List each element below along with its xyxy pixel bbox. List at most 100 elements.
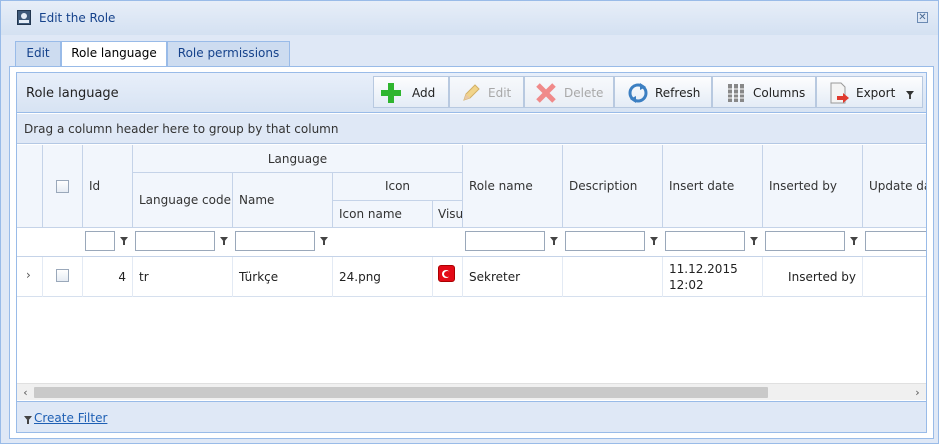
header-description[interactable]: Description <box>563 145 663 228</box>
header-select <box>43 145 83 228</box>
cell-description <box>563 257 663 297</box>
role-language-grid: Role language Add Edit Delete Refresh Co… <box>16 72 927 433</box>
group-panel[interactable]: Drag a column header here to group by th… <box>17 114 926 144</box>
grid-title: Role language <box>26 86 119 101</box>
add-button[interactable]: Add <box>373 76 449 108</box>
horizontal-scrollbar[interactable]: ‹ › <box>17 383 926 400</box>
filter-language-code-icon[interactable] <box>220 237 228 245</box>
row-select <box>43 257 83 297</box>
user-role-icon <box>17 10 31 25</box>
scrollbar-thumb[interactable] <box>34 387 768 398</box>
header-language-code-label: Language code <box>139 193 231 207</box>
filter-insert-date-icon[interactable] <box>750 237 758 245</box>
filter-id-input[interactable] <box>85 231 115 251</box>
group-hint: Drag a column header here to group by th… <box>24 122 339 136</box>
cell-id: 4 <box>83 257 133 297</box>
columns-icon <box>728 84 744 102</box>
refresh-label: Refresh <box>655 86 701 100</box>
export-button[interactable]: Export <box>816 76 923 108</box>
cell-icon-name-value: 24.png <box>339 270 381 284</box>
add-label: Add <box>412 86 436 100</box>
delete-icon <box>536 83 556 103</box>
cell-language-code: tr <box>133 257 233 297</box>
pencil-icon <box>463 84 480 101</box>
header-id[interactable]: Id <box>83 145 133 228</box>
header-role-name-label: Role name <box>469 179 533 193</box>
filter-name-input[interactable] <box>235 231 315 251</box>
filter-role-name-icon[interactable] <box>550 237 558 245</box>
filter-name-icon[interactable] <box>320 237 328 245</box>
header-icon-group: Icon <box>333 173 463 201</box>
column-headers: Id Language Language code Name Icon Icon… <box>17 145 926 257</box>
edit-button[interactable]: Edit <box>449 76 524 108</box>
cell-insert-date: 11.12.2015 12:02 <box>663 257 763 297</box>
header-name-label: Name <box>239 193 275 207</box>
refresh-icon <box>628 83 648 103</box>
export-icon <box>830 82 849 104</box>
cell-name-value: Türkçe <box>239 270 279 284</box>
tab-panel: Role language Add Edit Delete Refresh Co… <box>9 66 934 439</box>
header-language-label: Language <box>267 152 328 166</box>
scroll-left-icon[interactable]: ‹ <box>18 385 33 400</box>
header-update-date[interactable]: Update da <box>863 145 926 228</box>
filter-language-code-input[interactable] <box>135 231 215 251</box>
filter-inserted-by-icon[interactable] <box>850 237 858 245</box>
export-label: Export <box>856 86 896 100</box>
tab-edit[interactable]: Edit <box>15 41 61 66</box>
cell-role-name-value: Sekreter <box>469 270 521 284</box>
refresh-button[interactable]: Refresh <box>614 76 712 108</box>
delete-label: Delete <box>564 86 604 100</box>
tab-role-permissions[interactable]: Role permissions <box>167 41 290 66</box>
cell-insert-date-time: 12:02 <box>669 278 704 292</box>
scroll-right-icon[interactable]: › <box>910 385 925 400</box>
header-inserted-by[interactable]: Inserted by <box>763 145 863 228</box>
select-all-checkbox[interactable] <box>56 180 69 193</box>
header-language-code[interactable]: Language code <box>133 173 233 228</box>
header-icon-name-label: Icon name <box>339 207 402 221</box>
header-icon-label: Icon <box>384 179 411 193</box>
header-insert-date[interactable]: Insert date <box>663 145 763 228</box>
filter-description-icon[interactable] <box>650 237 658 245</box>
header-inserted-by-label: Inserted by <box>769 179 837 193</box>
filter-insert-date-input[interactable] <box>665 231 745 251</box>
cell-insert-date-date: 11.12.2015 <box>669 262 738 276</box>
filter-update-date-input[interactable] <box>865 231 926 251</box>
cell-role-name: Sekreter <box>463 257 563 297</box>
filter-description-input[interactable] <box>565 231 645 251</box>
header-description-label: Description <box>569 179 638 193</box>
add-icon <box>381 83 401 103</box>
filter-id-icon[interactable] <box>120 237 128 245</box>
header-language-group: Language <box>133 145 463 173</box>
columns-button[interactable]: Columns <box>712 76 816 108</box>
row-expander[interactable]: › <box>17 257 43 297</box>
filter-icon <box>24 416 32 424</box>
header-visual-label: Visu <box>438 207 463 221</box>
window-titlebar[interactable]: Edit the Role ✕ <box>1 1 938 35</box>
header-insert-date-label: Insert date <box>669 179 735 193</box>
filter-inserted-by-input[interactable] <box>765 231 845 251</box>
turkey-flag-icon <box>438 265 455 282</box>
cell-name: Türkçe <box>233 257 333 297</box>
row-checkbox[interactable] <box>56 269 69 282</box>
delete-button[interactable]: Delete <box>524 76 614 108</box>
cell-icon-name: 24.png <box>333 257 433 297</box>
chevron-right-icon[interactable]: › <box>26 268 31 282</box>
grid-header: Role language Add Edit Delete Refresh Co… <box>17 73 926 113</box>
header-role-name[interactable]: Role name <box>463 145 563 228</box>
cell-id-value: 4 <box>118 270 126 284</box>
table-row[interactable]: › 4 tr Türkçe 24.png Sekreter 11.12.2015… <box>17 257 926 297</box>
filter-row <box>17 228 926 257</box>
header-update-date-label: Update da <box>869 179 926 193</box>
window-title: Edit the Role <box>39 11 116 25</box>
close-icon[interactable]: ✕ <box>917 12 928 23</box>
create-filter-link[interactable]: Create Filter <box>34 411 107 425</box>
filter-role-name-input[interactable] <box>465 231 545 251</box>
cell-inserted-by-value: Inserted by <box>788 270 856 284</box>
tab-role-language[interactable]: Role language <box>61 41 167 67</box>
header-expand <box>17 145 43 228</box>
header-icon-name[interactable]: Icon name <box>333 201 433 228</box>
grid-footer: Create Filter <box>17 401 926 432</box>
header-name[interactable]: Name <box>233 173 333 228</box>
chevron-down-icon[interactable] <box>906 91 914 99</box>
header-visual[interactable]: Visu <box>433 201 463 228</box>
